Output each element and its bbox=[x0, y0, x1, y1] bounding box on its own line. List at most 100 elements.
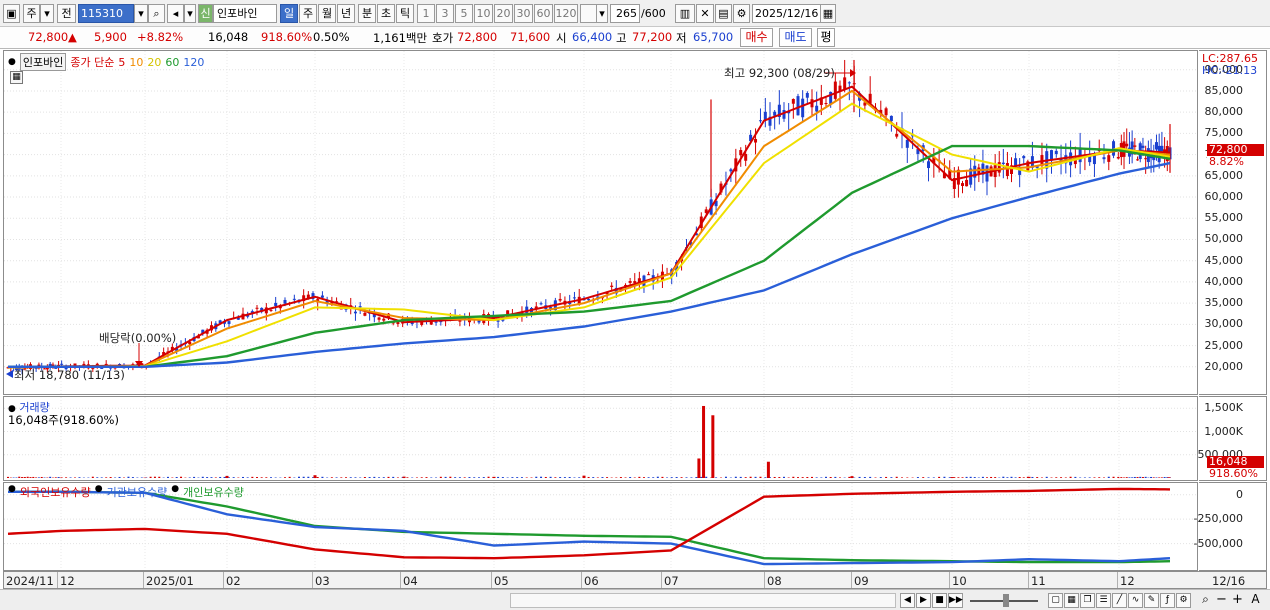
interval-3[interactable]: 3 bbox=[436, 4, 454, 23]
draw-line-icon[interactable]: ╱ bbox=[1112, 593, 1127, 608]
speaker-icon[interactable]: ◂ bbox=[167, 4, 184, 23]
interval-60[interactable]: 60 bbox=[534, 4, 553, 23]
price-chart[interactable] bbox=[4, 51, 1197, 394]
save-icon[interactable]: ▤ bbox=[715, 4, 732, 23]
buy-button[interactable]: 매수 bbox=[740, 28, 773, 47]
volume-chart[interactable] bbox=[4, 397, 1197, 480]
period-tick[interactable]: 틱 bbox=[396, 4, 414, 23]
crosshair-icon[interactable]: ✕ bbox=[696, 4, 714, 23]
fast-forward-icon[interactable]: ▶▶ bbox=[948, 593, 963, 608]
date-input[interactable]: 2025/12/16 bbox=[752, 4, 822, 23]
low-label: 저 bbox=[676, 31, 687, 45]
stop-icon[interactable]: ■ bbox=[932, 593, 947, 608]
candle-type-icon[interactable]: ▥ bbox=[675, 4, 695, 23]
holdings-pane[interactable]: ● 외국인보유수량 ● 기관보유수량 ● 개인보유수량 bbox=[3, 482, 1198, 571]
interval-1[interactable]: 1 bbox=[417, 4, 435, 23]
search-icon[interactable]: ⌕ bbox=[148, 4, 165, 23]
price-pane[interactable]: ● 인포바인 종가 단순 5 10 20 60 120 ▦ 최고 92,300 … bbox=[3, 50, 1198, 395]
ma-legend-10[interactable]: 10 bbox=[129, 56, 143, 69]
volume-bar bbox=[749, 476, 752, 478]
legend-individual[interactable]: 개인보유수량 bbox=[183, 484, 244, 500]
interval-120[interactable]: 120 bbox=[554, 4, 578, 23]
avg-button[interactable]: 평 bbox=[817, 28, 835, 47]
volume-bar bbox=[298, 476, 300, 478]
candle-body bbox=[382, 318, 386, 321]
volume-bar bbox=[1133, 476, 1136, 478]
dropdown-arrow-icon[interactable]: ▾ bbox=[40, 4, 54, 23]
volume-bar bbox=[1107, 476, 1110, 478]
volume-bar bbox=[525, 477, 528, 478]
volume-bar bbox=[943, 476, 946, 478]
period-minute[interactable]: 분 bbox=[358, 4, 376, 23]
scroll-left-icon[interactable]: ◀ bbox=[900, 593, 915, 608]
period-day[interactable]: 일 bbox=[280, 4, 298, 23]
period-year[interactable]: 년 bbox=[337, 4, 355, 23]
volume-bar bbox=[439, 476, 442, 478]
amount: 1,161백만 bbox=[373, 31, 428, 45]
ma-legend-5[interactable]: 5 bbox=[118, 56, 125, 69]
calendar-icon[interactable]: ▦ bbox=[820, 4, 836, 23]
grid-icon[interactable]: ▦ bbox=[1064, 593, 1079, 608]
legend-institution[interactable]: 기관보유수량 bbox=[107, 484, 168, 500]
list-icon[interactable]: ☰ bbox=[1096, 593, 1111, 608]
ma-legend-120[interactable]: 120 bbox=[183, 56, 204, 69]
volume-bar bbox=[863, 477, 866, 478]
horizontal-scrollbar[interactable] bbox=[510, 593, 896, 608]
x-tick-label: 05 bbox=[494, 574, 509, 588]
open-price: 66,400 bbox=[572, 30, 613, 44]
ma-legend-prefix: 종가 단순 bbox=[70, 56, 115, 69]
count-input[interactable]: 265 bbox=[610, 4, 640, 23]
code-dropdown-icon[interactable]: ▾ bbox=[134, 4, 148, 23]
copy-icon[interactable]: ❐ bbox=[1080, 593, 1095, 608]
tab-all[interactable]: 전 bbox=[57, 4, 76, 23]
zoom-out-icon[interactable]: − bbox=[1214, 593, 1229, 608]
stock-name-field[interactable]: 인포바인 bbox=[213, 4, 277, 23]
volume-bar bbox=[109, 477, 112, 478]
volume-bar bbox=[118, 476, 121, 478]
interval-10[interactable]: 10 bbox=[474, 4, 493, 23]
period-week[interactable]: 주 bbox=[299, 4, 317, 23]
volume-bar bbox=[91, 476, 94, 478]
custom-interval-dropdown-icon[interactable]: ▾ bbox=[596, 4, 608, 23]
font-size-icon[interactable]: A bbox=[1248, 593, 1263, 608]
volume-pane[interactable]: ● 거래량 16,048주(918.60%) bbox=[3, 396, 1198, 481]
speaker-dropdown-icon[interactable]: ▾ bbox=[184, 4, 196, 23]
volume-bar bbox=[801, 477, 804, 478]
gear-icon[interactable]: ⚙ bbox=[733, 4, 750, 23]
zoom-in-icon[interactable]: + bbox=[1230, 593, 1245, 608]
y-tick-label: 1,500K bbox=[1204, 401, 1243, 415]
indicator-table-icon[interactable]: ▦ bbox=[10, 71, 23, 84]
volume-bar bbox=[1036, 477, 1039, 478]
candle-body bbox=[758, 120, 762, 122]
tab-week-mode[interactable]: 주 bbox=[23, 4, 40, 23]
zoom-slider-handle[interactable] bbox=[1003, 594, 1009, 607]
interval-20[interactable]: 20 bbox=[494, 4, 513, 23]
play-icon[interactable]: ▶ bbox=[916, 593, 931, 608]
interval-5[interactable]: 5 bbox=[455, 4, 473, 23]
period-second[interactable]: 초 bbox=[377, 4, 395, 23]
pen-icon[interactable]: ✎ bbox=[1144, 593, 1159, 608]
candle-body bbox=[847, 82, 851, 84]
ma-legend-20[interactable]: 20 bbox=[147, 56, 161, 69]
volume-bar bbox=[1160, 477, 1163, 478]
dividend-annotation: 배당락(0.00%) bbox=[99, 331, 177, 345]
layout-icon[interactable]: ▢ bbox=[1048, 593, 1063, 608]
interval-30[interactable]: 30 bbox=[514, 4, 533, 23]
volume-bar bbox=[1069, 476, 1072, 478]
period-month[interactable]: 월 bbox=[318, 4, 336, 23]
indicator-icon[interactable]: ƒ bbox=[1160, 593, 1175, 608]
zoom-search-icon[interactable]: ⌕ bbox=[1198, 593, 1213, 608]
sell-button[interactable]: 매도 bbox=[779, 28, 812, 47]
legend-foreign[interactable]: 외국인보유수량 bbox=[20, 484, 91, 500]
volume-bar bbox=[879, 477, 882, 478]
stock-code-input[interactable]: 115310 bbox=[78, 4, 134, 23]
stock-name-tag[interactable]: 인포바인 bbox=[19, 53, 67, 71]
volume-bar bbox=[354, 477, 357, 478]
candle-body bbox=[1160, 145, 1164, 152]
x-tick-divider bbox=[312, 572, 313, 588]
candle-body bbox=[458, 320, 462, 322]
ma-legend-60[interactable]: 60 bbox=[165, 56, 179, 69]
layout-icon[interactable]: ▣ bbox=[3, 4, 20, 23]
chart-type-icon[interactable]: ∿ bbox=[1128, 593, 1143, 608]
settings-icon[interactable]: ⚙ bbox=[1176, 593, 1191, 608]
